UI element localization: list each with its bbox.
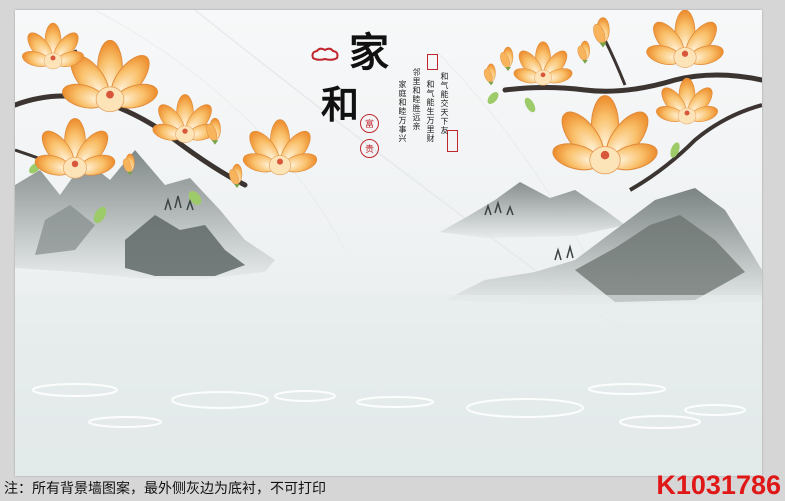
seal-fu: 富 (360, 114, 379, 133)
title-char-jia: 家 (349, 29, 389, 76)
square-seal-icon (427, 54, 438, 70)
landscape-painting (15, 10, 762, 476)
printing-notice: 注：所有背景墙图案，最外侧灰边为底衬，不可打印 (4, 481, 326, 497)
title-char-he: 和 (321, 82, 360, 127)
poem-line-3: 邻里和睦胜远亲 (412, 68, 421, 131)
poem-line-1: 和气能交天下友 (440, 72, 449, 135)
poem-line-2: 和气能生万里财 (426, 80, 435, 143)
cloud-emblem-icon (310, 46, 340, 64)
wallpaper-preview: 家 和 富 贵 和气能交天下友 和气能生万里财 邻里和睦胜远亲 家庭和睦万事兴 … (0, 0, 785, 501)
mural-artwork: 家 和 富 贵 和气能交天下友 和气能生万里财 邻里和睦胜远亲 家庭和睦万事兴 (15, 10, 762, 476)
poem-line-4: 家庭和睦万事兴 (398, 80, 407, 143)
product-code: K1031786 (656, 470, 781, 500)
seal-gui: 贵 (360, 139, 379, 158)
